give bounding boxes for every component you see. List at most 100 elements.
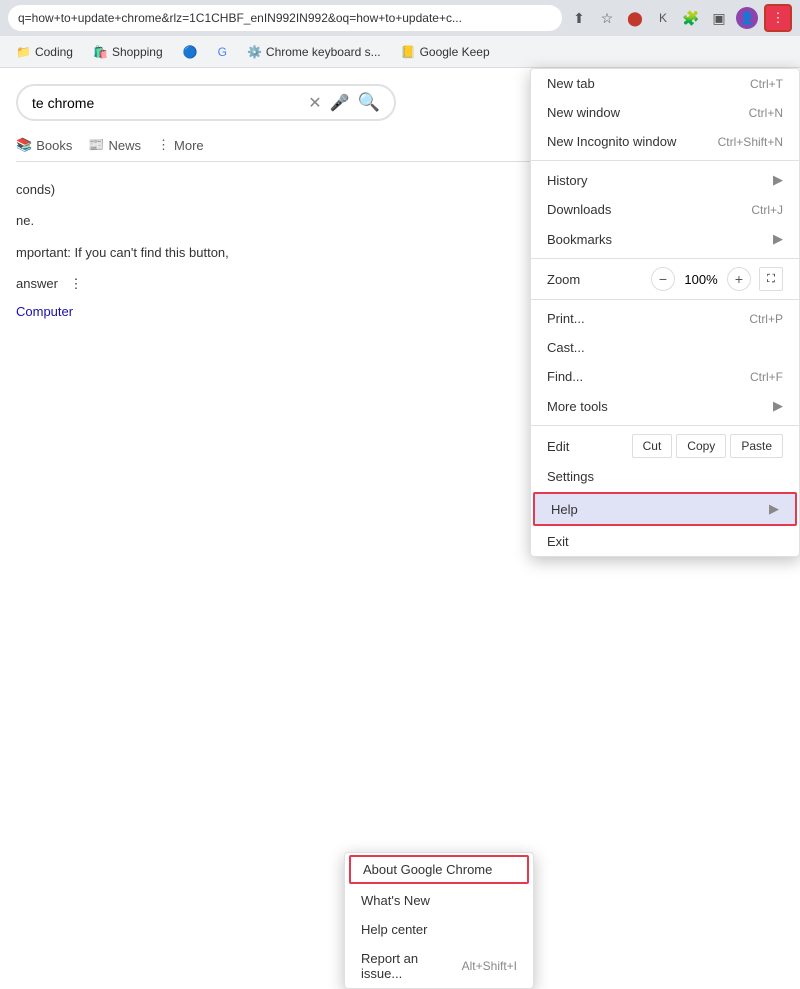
bookmark-coding[interactable]: 📁 Coding [8,42,81,62]
new-incognito-shortcut: Ctrl+Shift+N [718,135,783,149]
bookmark-chrome-keyboard[interactable]: ⚙️ Chrome keyboard s... [239,42,389,62]
menu-new-incognito[interactable]: New Incognito window Ctrl+Shift+N [531,127,799,156]
sidebar-icon[interactable]: ▣ [708,7,730,29]
about-chrome-label: About Google Chrome [363,862,492,877]
menu-bookmarks[interactable]: Bookmarks ▶ [531,224,799,254]
news-icon: 📰 [88,137,104,153]
bookmark-site2[interactable]: G [210,42,235,62]
extension-icon[interactable]: 🧩 [680,7,702,29]
search-icons: ✕ 🎤 🔍 [308,92,380,113]
report-issue-label: Report an issue... [361,951,462,981]
find-label: Find... [547,369,583,384]
submenu-report-issue[interactable]: Report an issue... Alt+Shift+I [345,944,533,988]
fullscreen-button[interactable]: ⛶ [759,267,783,291]
menu-find[interactable]: Find... Ctrl+F [531,362,799,391]
downloads-shortcut: Ctrl+J [751,203,783,217]
bookmark-site1[interactable]: 🔵 [175,42,206,62]
new-tab-label: New tab [547,76,595,91]
tab-news[interactable]: 📰 News [88,137,141,153]
submenu-about-chrome[interactable]: About Google Chrome [349,855,529,884]
avatar-icon[interactable]: 👤 [736,7,758,29]
tab-news-label: News [109,138,142,153]
divider-3 [531,299,799,300]
folder-icon: 📁 [16,45,31,59]
menu-downloads[interactable]: Downloads Ctrl+J [531,195,799,224]
bookmark-shopping-label: Shopping [112,45,163,59]
browser-icons: ⬆ ☆ ⬤ K 🧩 ▣ 👤 ⋮ [568,4,792,32]
profile-icon[interactable]: K [652,7,674,29]
menu-history[interactable]: History ▶ [531,165,799,195]
search-box[interactable]: ✕ 🎤 🔍 [16,84,396,121]
site2-icon: G [218,45,227,59]
bookmarks-bar: 📁 Coding 🛍️ Shopping 🔵 G ⚙️ Chrome keybo… [0,36,800,68]
zoom-increase-button[interactable]: + [727,267,751,291]
help-submenu: About Google Chrome What's New Help cent… [344,852,534,989]
tab-more-label: More [174,138,204,153]
bookmark-star-icon[interactable]: ☆ [596,7,618,29]
menu-new-tab[interactable]: New tab Ctrl+T [531,69,799,98]
more-tools-label: More tools [547,399,608,414]
keep-icon: 📒 [401,45,416,59]
mic-icon[interactable]: 🎤 [330,93,350,113]
bookmark-google-keep[interactable]: 📒 Google Keep [393,42,498,62]
cut-button[interactable]: Cut [632,434,673,458]
help-arrow-icon: ▶ [769,501,779,517]
divider-4 [531,425,799,426]
tab-books-label: Books [36,138,72,153]
help-center-label: Help center [361,922,427,937]
menu-settings[interactable]: Settings [531,462,799,491]
url-bar[interactable]: q=how+to+update+chrome&rlz=1C1CHBF_enIN9… [8,5,562,31]
search-input[interactable] [32,95,308,111]
tab-books[interactable]: 📚 Books [16,137,72,153]
find-shortcut: Ctrl+F [750,370,783,384]
answer-menu-icon[interactable]: ⋮ [70,276,83,291]
browser-bar: q=how+to+update+chrome&rlz=1C1CHBF_enIN9… [0,0,800,36]
more-tools-arrow-icon: ▶ [773,398,783,414]
zoom-decrease-button[interactable]: − [651,267,675,291]
more-icon: ⋮ [157,137,170,153]
share-icon[interactable]: ⬆ [568,7,590,29]
settings-label: Settings [547,469,594,484]
chrome-icon: ⚙️ [247,45,262,59]
search-icon[interactable]: 🔍 [358,92,380,113]
new-tab-shortcut: Ctrl+T [750,77,783,91]
bookmarks-label: Bookmarks [547,232,612,247]
bookmarks-arrow-icon: ▶ [773,231,783,247]
menu-cast[interactable]: Cast... [531,333,799,362]
edit-buttons: Cut Copy Paste [632,434,783,458]
copy-button[interactable]: Copy [676,434,726,458]
content-area: ✕ 🎤 🔍 📚 Books 📰 News ⋮ More Tools [0,68,800,505]
submenu-help-center[interactable]: Help center [345,915,533,944]
menu-help[interactable]: Help ▶ About Google Chrome What's New He… [533,492,797,526]
shopping-icon: 🛍️ [93,45,108,59]
menu-new-window[interactable]: New window Ctrl+N [531,98,799,127]
tab-more[interactable]: ⋮ More [157,137,204,153]
opera-icon[interactable]: ⬤ [624,7,646,29]
exit-label: Exit [547,534,569,549]
chrome-menu: New tab Ctrl+T New window Ctrl+N New Inc… [530,68,800,557]
answer-label: answer [16,276,58,291]
menu-more-tools[interactable]: More tools ▶ [531,391,799,421]
site1-icon: 🔵 [183,45,198,59]
menu-button[interactable]: ⋮ [764,4,792,32]
clear-icon[interactable]: ✕ [308,93,321,113]
menu-exit[interactable]: Exit [531,527,799,556]
whats-new-label: What's New [361,893,430,908]
bookmark-shopping[interactable]: 🛍️ Shopping [85,42,171,62]
computer-link[interactable]: Computer [16,304,73,319]
bookmark-keep-label: Google Keep [420,45,490,59]
submenu-whats-new[interactable]: What's New [345,886,533,915]
edit-row: Edit Cut Copy Paste [531,430,799,462]
edit-label: Edit [547,439,632,454]
new-window-shortcut: Ctrl+N [749,106,783,120]
url-text: q=how+to+update+chrome&rlz=1C1CHBF_enIN9… [18,11,552,25]
downloads-label: Downloads [547,202,611,217]
paste-button[interactable]: Paste [730,434,783,458]
menu-print[interactable]: Print... Ctrl+P [531,304,799,333]
divider-1 [531,160,799,161]
report-issue-shortcut: Alt+Shift+I [462,959,517,973]
zoom-value: 100% [683,272,719,287]
zoom-row: Zoom − 100% + ⛶ [531,263,799,295]
divider-2 [531,258,799,259]
books-icon: 📚 [16,137,32,153]
